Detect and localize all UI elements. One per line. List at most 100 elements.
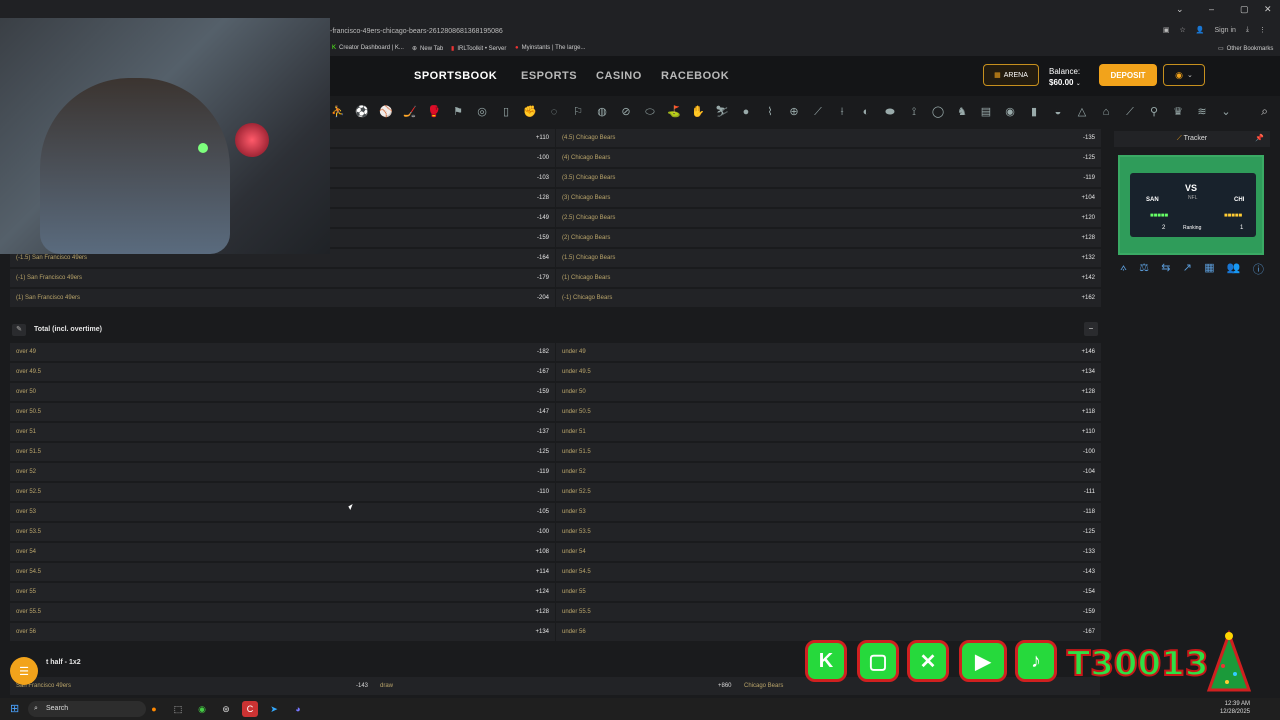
total-odds-cell[interactable]: under 55 -154 <box>556 583 1101 601</box>
spread-odds-cell[interactable]: (3) Chicago Bears +104 <box>556 189 1101 207</box>
calendar-icon[interactable]: ▦ <box>1204 261 1214 279</box>
profile-icon[interactable]: 👤 <box>1196 26 1205 34</box>
total-odds-cell[interactable]: over 49.5 -167 <box>10 363 555 381</box>
darts-icon[interactable]: ⊕ <box>786 105 802 119</box>
firefox-icon[interactable]: ● <box>146 701 162 717</box>
deposit-button[interactable]: DEPOSIT <box>1099 64 1157 86</box>
info-icon[interactable]: ⓘ <box>1253 261 1264 279</box>
total-odds-cell[interactable]: under 49.5 +134 <box>556 363 1101 381</box>
pingpong-icon[interactable]: ⊘ <box>618 105 634 119</box>
total-odds-cell[interactable]: under 51 +110 <box>556 423 1101 441</box>
total-section-header[interactable]: ✎ Total (incl. overtime) – <box>10 320 1100 340</box>
close-icon[interactable]: ✕ <box>1264 4 1272 15</box>
half-away[interactable]: Chicago Bears <box>744 683 783 689</box>
nav-racebook[interactable]: RACEBOOK <box>661 70 729 82</box>
arena-button[interactable]: ▦ ARENA <box>983 64 1039 86</box>
more-icon[interactable]: ⌄ <box>1218 105 1234 119</box>
lacrosse-icon[interactable]: ⟊ <box>834 105 850 119</box>
total-odds-cell[interactable]: under 54 -133 <box>556 543 1101 561</box>
total-odds-cell[interactable]: over 53 -105 <box>10 503 555 521</box>
snooker-icon[interactable]: ● <box>738 105 754 119</box>
clock[interactable]: 12:39 AM 12/28/2025 <box>1220 700 1250 716</box>
rugby-icon[interactable]: ⬭ <box>642 105 658 119</box>
maximize-icon[interactable]: ▢ <box>1240 4 1249 15</box>
sport-nba-icon[interactable]: ⛹ <box>330 105 346 119</box>
spread-odds-cell[interactable]: (1) San Francisco 49ers -204 <box>10 289 555 307</box>
spread-odds-cell[interactable]: (1) Chicago Bears +142 <box>556 269 1101 287</box>
pin-icon[interactable]: ✎ <box>12 324 26 336</box>
players-icon[interactable]: 👥 <box>1227 261 1241 279</box>
app-icon[interactable]: C <box>242 701 258 717</box>
spread-odds-cell[interactable]: (-1) Chicago Bears +162 <box>556 289 1101 307</box>
field-icon[interactable]: ⟑ <box>1120 261 1127 279</box>
spread-odds-cell[interactable]: (2) Chicago Bears +128 <box>556 229 1101 247</box>
menu-icon[interactable]: ⋮ <box>1259 26 1266 34</box>
curling-icon[interactable]: ◒ <box>1050 105 1066 119</box>
waterpolo-icon[interactable]: ◐ <box>858 105 874 119</box>
signin-link[interactable]: Sign in <box>1214 27 1235 34</box>
athletics-icon[interactable]: ⟟ <box>906 105 922 119</box>
volleyball-icon[interactable]: ◍ <box>594 105 610 119</box>
download-icon[interactable]: ⤓ <box>1246 26 1249 34</box>
chrome-icon[interactable]: ◉ <box>194 701 210 717</box>
minimize-icon[interactable]: – <box>1209 4 1214 14</box>
total-odds-cell[interactable]: under 49 +146 <box>556 343 1101 361</box>
collapse-icon[interactable]: – <box>1084 322 1098 336</box>
football-icon[interactable]: ⬬ <box>882 105 898 119</box>
target-icon[interactable]: ◉ <box>1002 105 1018 119</box>
total-odds-cell[interactable]: over 52.5 -110 <box>10 483 555 501</box>
taskview-icon[interactable]: ⬚ <box>170 701 186 717</box>
bookmark-newtab[interactable]: ⊕ New Tab <box>412 45 443 53</box>
half-home-odd[interactable]: -143 <box>356 683 368 689</box>
swim-icon[interactable]: ≋ <box>1194 105 1210 119</box>
nav-esports[interactable]: ESPORTS <box>521 70 577 82</box>
total-odds-cell[interactable]: under 52.5 -111 <box>556 483 1101 501</box>
total-odds-cell[interactable]: over 50 -159 <box>10 383 555 401</box>
total-odds-cell[interactable]: over 52 -119 <box>10 463 555 481</box>
badminton-icon[interactable]: ⌇ <box>762 105 778 119</box>
handball-icon[interactable]: ✋ <box>690 105 706 119</box>
hockey-stick-icon[interactable]: ⟋ <box>1122 105 1138 119</box>
total-odds-cell[interactable]: over 50.5 -147 <box>10 403 555 421</box>
total-odds-cell[interactable]: under 50.5 +118 <box>556 403 1101 421</box>
stadium-icon[interactable]: ⌂ <box>1098 105 1114 119</box>
total-odds-cell[interactable]: under 55.5 -159 <box>556 603 1101 621</box>
cricket-icon[interactable]: ⟋ <box>810 105 826 119</box>
star-icon[interactable]: ☆ <box>1179 26 1185 34</box>
basketball-icon[interactable]: ◯ <box>930 105 946 119</box>
nav-sportsbook[interactable]: SPORTSBOOK <box>414 70 497 82</box>
bookmark-myinstants[interactable]: ● Myinstants | The large... <box>515 45 585 51</box>
total-odds-cell[interactable]: over 54.5 +114 <box>10 563 555 581</box>
total-odds-cell[interactable]: under 53 -118 <box>556 503 1101 521</box>
total-odds-cell[interactable]: over 54 +108 <box>10 543 555 561</box>
half-draw-odd[interactable]: +860 <box>718 683 732 689</box>
other-bookmarks[interactable]: ▭ Other Bookmarks <box>1218 45 1273 53</box>
compare-icon[interactable]: ⇆ <box>1161 261 1170 279</box>
url-text[interactable]: -francisco-49ers-chicago-bears-261280868… <box>330 28 503 35</box>
steam-icon[interactable]: ⊛ <box>218 701 234 717</box>
chess-icon[interactable]: ♞ <box>954 105 970 119</box>
total-odds-cell[interactable]: over 51.5 -125 <box>10 443 555 461</box>
search-icon[interactable]: ⌕ <box>1261 104 1268 119</box>
total-odds-cell[interactable]: over 49 -182 <box>10 343 555 361</box>
trend-icon[interactable]: ↗ <box>1183 261 1192 279</box>
flag-icon[interactable]: ⚑ <box>450 105 466 119</box>
baseball-icon[interactable]: ⚾ <box>378 105 394 119</box>
total-odds-cell[interactable]: over 56 +134 <box>10 623 555 641</box>
triangle-icon[interactable]: △ <box>1074 105 1090 119</box>
table-icon[interactable]: ▤ <box>978 105 994 119</box>
total-odds-cell[interactable]: over 51 -137 <box>10 423 555 441</box>
spread-odds-cell[interactable]: (-1) San Francisco 49ers -179 <box>10 269 555 287</box>
mma-icon[interactable]: ✊ <box>522 105 538 119</box>
total-odds-cell[interactable]: under 54.5 -143 <box>556 563 1101 581</box>
spread-odds-cell[interactable]: (3.5) Chicago Bears -119 <box>556 169 1101 187</box>
spread-odds-cell[interactable]: (1.5) Chicago Bears +132 <box>556 249 1101 267</box>
total-odds-cell[interactable]: over 55.5 +128 <box>10 603 555 621</box>
ski-icon[interactable]: ⛷ <box>714 105 730 119</box>
spread-odds-cell[interactable]: (2.5) Chicago Bears +120 <box>556 209 1101 227</box>
tennis-icon[interactable]: ◎ <box>474 105 490 119</box>
total-odds-cell[interactable]: under 51.5 -100 <box>556 443 1101 461</box>
bike-icon[interactable]: ⚲ <box>1146 105 1162 119</box>
bowling-icon[interactable]: ▮ <box>1026 105 1042 119</box>
total-odds-cell[interactable]: over 53.5 -100 <box>10 523 555 541</box>
